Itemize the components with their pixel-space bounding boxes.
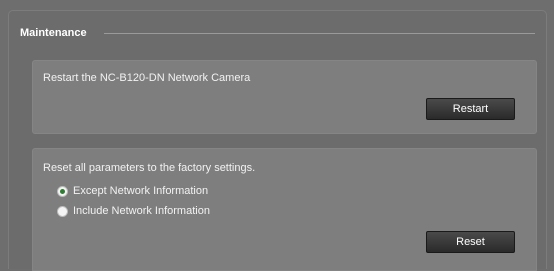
radio-include-network[interactable]: Include Network Information — [57, 204, 210, 218]
restart-panel: Restart the NC-B120-DN Network Camera Re… — [32, 60, 537, 134]
radio-except-network[interactable]: Except Network Information — [57, 184, 208, 198]
section-title: Maintenance — [20, 27, 87, 39]
restart-button[interactable]: Restart — [426, 98, 515, 120]
section-divider — [104, 33, 535, 34]
radio-button-selected[interactable] — [57, 185, 68, 197]
restart-description: Restart the NC-B120-DN Network Camera — [43, 72, 251, 84]
radio-button-unselected[interactable] — [57, 205, 68, 217]
reset-panel: Reset all parameters to the factory sett… — [32, 148, 537, 271]
reset-description: Reset all parameters to the factory sett… — [43, 162, 256, 174]
radio-label-except-network[interactable]: Except Network Information — [73, 184, 208, 198]
radio-dot-icon — [60, 188, 65, 194]
radio-label-include-network[interactable]: Include Network Information — [73, 204, 210, 218]
reset-button[interactable]: Reset — [426, 231, 515, 253]
maintenance-section: Maintenance Restart the NC-B120-DN Netwo… — [8, 10, 547, 271]
